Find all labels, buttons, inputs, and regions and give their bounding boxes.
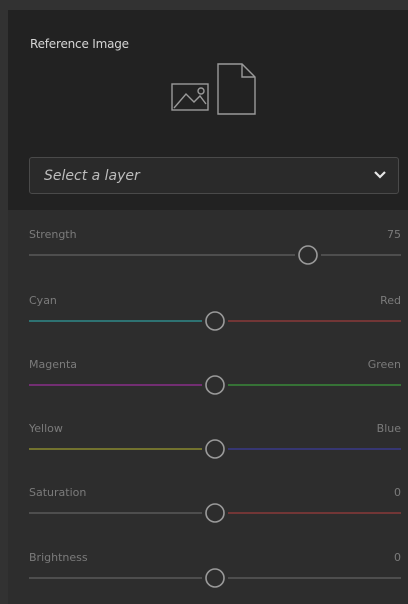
magenta-green-value: Green [367, 358, 401, 371]
yellow-blue-slider[interactable]: Yellow Blue [29, 422, 401, 472]
chevron-down-icon [374, 171, 386, 179]
strength-slider[interactable]: Strength 75 [29, 228, 401, 278]
yellow-blue-handle[interactable] [205, 439, 225, 459]
cyan-red-track[interactable] [29, 310, 401, 332]
strength-track[interactable] [29, 244, 401, 266]
reference-image-placeholder [170, 62, 270, 118]
brightness-slider[interactable]: Brightness 0 [29, 551, 401, 601]
brightness-handle[interactable] [205, 568, 225, 588]
saturation-handle[interactable] [205, 503, 225, 523]
yellow-blue-label: Yellow [29, 422, 63, 435]
saturation-value: 0 [394, 486, 401, 499]
document-icon [217, 63, 256, 115]
strength-value: 75 [387, 228, 401, 241]
magenta-green-label: Magenta [29, 358, 78, 371]
magenta-green-slider[interactable]: Magenta Green [29, 358, 401, 408]
brightness-label: Brightness [29, 551, 88, 564]
layer-select[interactable]: Select a layer [29, 157, 399, 194]
saturation-track[interactable] [29, 502, 401, 524]
cyan-red-handle[interactable] [205, 311, 225, 331]
image-icon [171, 83, 209, 111]
brightness-track[interactable] [29, 567, 401, 589]
cyan-red-value: Red [380, 294, 401, 307]
saturation-label: Saturation [29, 486, 87, 499]
reference-image-section: Reference Image Select a layer [8, 10, 408, 210]
strength-label: Strength [29, 228, 77, 241]
magenta-green-handle[interactable] [205, 375, 225, 395]
reference-image-title: Reference Image [30, 37, 129, 51]
color-match-panel: Reference Image Select a layer Strength 7 [8, 10, 408, 604]
strength-handle[interactable] [298, 245, 318, 265]
saturation-slider[interactable]: Saturation 0 [29, 486, 401, 536]
brightness-value: 0 [394, 551, 401, 564]
magenta-green-track[interactable] [29, 374, 401, 396]
cyan-red-label: Cyan [29, 294, 57, 307]
yellow-blue-track[interactable] [29, 438, 401, 460]
cyan-red-slider[interactable]: Cyan Red [29, 294, 401, 344]
yellow-blue-value: Blue [376, 422, 401, 435]
layer-select-value: Select a layer [44, 168, 140, 184]
